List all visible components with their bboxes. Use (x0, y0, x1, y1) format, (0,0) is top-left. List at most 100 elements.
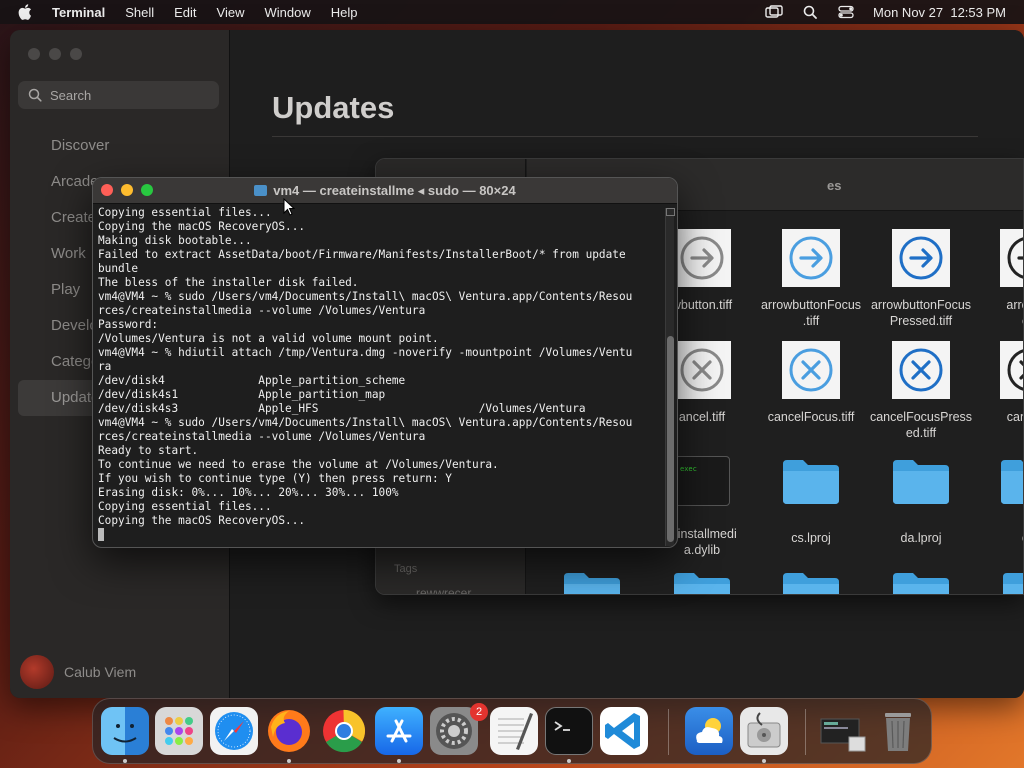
launchpad-icon[interactable] (155, 707, 203, 755)
firefox-icon[interactable] (265, 707, 313, 755)
terminal-line: Copying essential files... (98, 500, 272, 513)
menu-help[interactable]: Help (331, 5, 358, 20)
running-indicator (287, 759, 291, 763)
file-item[interactable]: cancelFocusPress ed.tiff (866, 341, 976, 441)
cancel-icon (673, 341, 731, 399)
downloads-stack-icon[interactable] (819, 707, 867, 755)
file-item[interactable]: arrowbu ed (974, 229, 1023, 329)
file-item[interactable]: cancelP (974, 341, 1023, 425)
folder-icon[interactable] (672, 569, 732, 595)
folder-icon[interactable] (891, 569, 951, 595)
menu-app-terminal[interactable]: Terminal (52, 5, 105, 20)
file-name: arrowbuttonFocus .tiff (760, 298, 862, 328)
cancel-icon (782, 341, 840, 399)
scrollbar[interactable] (665, 208, 675, 546)
app-store-icon[interactable] (375, 707, 423, 755)
terminal-line: Password: (98, 318, 159, 331)
file-name: cs.lproj (791, 531, 831, 545)
text-cursor (98, 528, 104, 541)
trash-icon[interactable] (874, 707, 922, 755)
terminal-titlebar[interactable]: vm4 — createinstallme ◂ sudo — 80×24 (93, 178, 677, 204)
folder-icon[interactable] (781, 569, 841, 595)
running-indicator (762, 759, 766, 763)
terminal-line: /dev/disk4 Apple_partition_scheme (98, 374, 406, 387)
clock[interactable]: Mon Nov 27 12:53 PM (873, 5, 1006, 20)
file-item[interactable]: cancelFocus.tiff (756, 341, 866, 425)
screen-mirroring-icon[interactable] (765, 4, 783, 20)
account-name: Calub Viem (64, 664, 137, 680)
executable-icon: exec (674, 456, 730, 506)
terminal-icon[interactable] (545, 707, 593, 755)
folder-icon[interactable] (562, 569, 622, 595)
folder-icon[interactable] (1001, 569, 1024, 595)
dock-separator (805, 709, 806, 755)
arrow-icon (782, 229, 840, 287)
page-title: Updates (272, 90, 395, 125)
terminal-line: vm4@VM4 ~ % sudo /Users/vm4/Documents/In… (98, 416, 633, 429)
file-name: cancelP (1006, 410, 1023, 424)
finder-icon[interactable] (101, 707, 149, 755)
cancel-icon (892, 341, 950, 399)
arrow-icon (892, 229, 950, 287)
terminal-output[interactable]: Copying essential files... Copying the ma… (98, 206, 663, 546)
running-indicator (567, 759, 571, 763)
running-indicator (123, 759, 127, 763)
file-name: cancelFocusPress ed.tiff (869, 410, 973, 440)
minimize-button[interactable] (49, 48, 61, 60)
zoom-button[interactable] (70, 48, 82, 60)
terminal-line: Erasing disk: 0%... 10%... 20%... 30%...… (98, 486, 399, 499)
spotlight-search-icon[interactable] (801, 4, 819, 20)
finder-title: es (827, 178, 842, 193)
menu-edit[interactable]: Edit (174, 5, 196, 20)
menu-window[interactable]: Window (265, 5, 311, 20)
cancel-icon (1000, 341, 1023, 399)
dock: 2 (92, 698, 932, 764)
file-item[interactable]: de (974, 456, 1023, 546)
file-item[interactable]: cs.lproj (756, 456, 866, 546)
folder-icon (1001, 460, 1023, 504)
safari-icon[interactable] (210, 707, 258, 755)
terminal-line: The bless of the installer disk failed. (98, 276, 359, 289)
file-item[interactable]: arrowbuttonFocus .tiff (756, 229, 866, 329)
tags-heading: Tags (394, 563, 418, 575)
terminal-title-text: vm4 — createinstallme ◂ sudo — 80×24 (273, 183, 516, 198)
terminal-line: Making disk bootable... (98, 234, 252, 247)
chrome-icon[interactable] (320, 707, 368, 755)
terminal-line: To continue we need to erase the volume … (98, 458, 499, 471)
divider (272, 136, 978, 137)
close-button[interactable] (28, 48, 40, 60)
arrow-icon (673, 229, 731, 287)
scrollbar-thumb[interactable] (667, 336, 674, 542)
disk-utility-icon[interactable] (740, 707, 788, 755)
search-icon (28, 88, 42, 102)
account[interactable]: Calub Viem (20, 655, 136, 689)
file-item[interactable]: arrowbuttonFocus Pressed.tiff (866, 229, 976, 329)
textedit-icon[interactable] (490, 707, 538, 755)
mouse-cursor-icon (283, 198, 295, 216)
folder-icon (893, 460, 949, 504)
terminal-line: bundle (98, 262, 139, 275)
weather-icon[interactable] (685, 707, 733, 755)
menu-view[interactable]: View (217, 5, 245, 20)
terminal-line: Ready to start. (98, 444, 199, 457)
menu-shell[interactable]: Shell (125, 5, 154, 20)
apple-icon[interactable] (18, 4, 32, 20)
terminal-line: rces/createinstallmedia --volume /Volume… (98, 304, 426, 317)
terminal-line: /dev/disk4s3 Apple_HFS /Volumes/Ventura (98, 402, 586, 415)
control-center-icon[interactable] (837, 4, 855, 20)
running-indicator (397, 759, 401, 763)
terminal-line: Failed to extract AssetData/boot/Firmwar… (98, 248, 626, 261)
file-item[interactable]: da.lproj (866, 456, 976, 546)
search-placeholder: Search (50, 87, 92, 103)
file-name: cancelFocus.tiff (767, 410, 855, 424)
terminal-line: Copying the macOS RecoveryOS... (98, 220, 306, 233)
terminal-window: vm4 — createinstallme ◂ sudo — 80×24 Cop… (92, 177, 678, 548)
tag-item[interactable]: rewwrecer (416, 586, 471, 594)
arrow-icon (1000, 229, 1023, 287)
vscode-icon[interactable] (600, 707, 648, 755)
terminal-prompt-line[interactable] (98, 528, 663, 543)
nav-discover[interactable]: Discover (18, 128, 219, 164)
search-field[interactable]: Search (18, 81, 219, 109)
folder-icon (254, 185, 268, 196)
avatar (20, 655, 54, 689)
